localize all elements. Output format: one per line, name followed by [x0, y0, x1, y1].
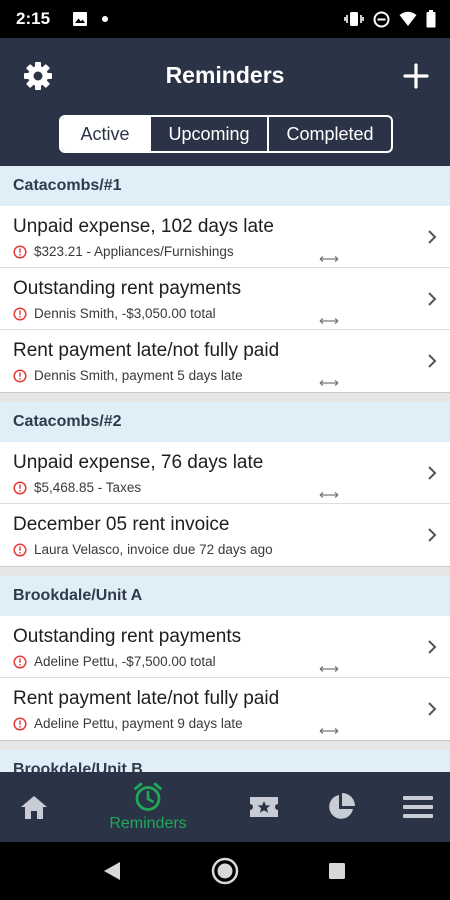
- tab-upcoming[interactable]: Upcoming: [149, 117, 267, 151]
- reminder-subtitle: Adeline Pettu, -$7,500.00 total: [34, 654, 216, 669]
- chevron-right-icon: [428, 702, 437, 716]
- alert-icon: [13, 368, 27, 383]
- chevron-right-icon: [428, 292, 437, 306]
- reminder-title: Unpaid expense, 102 days late: [13, 216, 274, 237]
- reminder-title: Rent payment late/not fully paid: [13, 340, 280, 361]
- section-header: Catacombs/#2: [0, 402, 450, 442]
- reminder-subtitle: Dennis Smith, payment 5 days late: [34, 368, 243, 383]
- nav-reminders[interactable]: Reminders: [98, 772, 198, 842]
- system-nav-bar: [0, 842, 450, 900]
- image-notification-icon: [73, 12, 87, 26]
- app-header: Reminders Active Upcoming Completed: [0, 38, 450, 166]
- reminder-title: Unpaid expense, 76 days late: [13, 452, 264, 473]
- home-icon: [21, 796, 47, 819]
- battery-icon: [426, 10, 436, 28]
- list-item[interactable]: Rent payment late/not fully paid Dennis …: [0, 330, 450, 392]
- alert-icon: [13, 244, 27, 259]
- swipe-arrows-icon: [319, 318, 339, 324]
- chevron-right-icon: [428, 354, 437, 368]
- reminder-subtitle: $5,468.85 - Taxes: [34, 480, 142, 495]
- list-item[interactable]: Unpaid expense, 76 days late $5,468.85 -…: [0, 442, 450, 504]
- pie-chart-icon: [329, 793, 355, 819]
- chevron-right-icon: [428, 230, 437, 244]
- swipe-arrows-icon: [319, 666, 339, 672]
- vibrate-icon: [344, 12, 364, 26]
- home-button-icon[interactable]: [211, 857, 239, 885]
- list-item[interactable]: Unpaid expense, 102 days late $323.21 - …: [0, 206, 450, 268]
- do-not-disturb-icon: [373, 11, 390, 27]
- alert-icon: [13, 654, 27, 669]
- alarm-clock-icon: [134, 782, 162, 811]
- group-divider: [0, 566, 450, 576]
- reminder-subtitle: Laura Velasco, invoice due 72 days ago: [34, 542, 273, 557]
- chevron-right-icon: [428, 466, 437, 480]
- back-icon[interactable]: [101, 860, 123, 882]
- swipe-arrows-icon: [319, 380, 339, 386]
- reminder-title: Rent payment late/not fully paid: [13, 688, 280, 709]
- chevron-right-icon: [428, 528, 437, 542]
- reminder-subtitle: Dennis Smith, -$3,050.00 total: [34, 306, 216, 321]
- group-divider: [0, 392, 450, 402]
- ticket-star-icon: [250, 797, 278, 817]
- reminder-title: Outstanding rent payments: [13, 278, 242, 299]
- group-divider: [0, 740, 450, 750]
- nav-reports[interactable]: [319, 772, 363, 842]
- section-header: Catacombs/#1: [0, 166, 450, 206]
- reminder-title: Outstanding rent payments: [13, 626, 242, 647]
- chevron-right-icon: [428, 640, 437, 654]
- menu-icon: [403, 796, 433, 818]
- list-item[interactable]: Outstanding rent payments Adeline Pettu,…: [0, 616, 450, 678]
- list-item[interactable]: Outstanding rent payments Dennis Smith, …: [0, 268, 450, 330]
- status-bar: 2:15: [0, 0, 450, 38]
- dot-icon: [102, 16, 108, 22]
- reminder-subtitle: Adeline Pettu, payment 9 days late: [34, 716, 243, 731]
- section-header: Brookdale/Unit B: [0, 750, 450, 772]
- recents-icon[interactable]: [328, 862, 346, 880]
- swipe-arrows-icon: [319, 256, 339, 262]
- bottom-nav: Reminders: [0, 772, 450, 842]
- list-item[interactable]: Rent payment late/not fully paid Adeline…: [0, 678, 450, 740]
- alert-icon: [13, 716, 27, 731]
- tab-active[interactable]: Active: [61, 117, 149, 151]
- alert-icon: [13, 542, 27, 557]
- swipe-arrows-icon: [319, 728, 339, 734]
- section-header: Brookdale/Unit A: [0, 576, 450, 616]
- alert-icon: [13, 480, 27, 495]
- reminder-filter-tabs: Active Upcoming Completed: [59, 115, 393, 153]
- nav-home[interactable]: [12, 772, 56, 842]
- list-item[interactable]: December 05 rent invoice Laura Velasco, …: [0, 504, 450, 566]
- wifi-icon: [399, 11, 417, 26]
- reminder-title: December 05 rent invoice: [13, 514, 230, 535]
- reminder-subtitle: $323.21 - Appliances/Furnishings: [34, 244, 234, 259]
- nav-tickets[interactable]: [242, 772, 286, 842]
- nav-reminders-label: Reminders: [109, 815, 187, 832]
- swipe-arrows-icon: [319, 492, 339, 498]
- tab-completed[interactable]: Completed: [267, 117, 391, 151]
- alert-icon: [13, 306, 27, 321]
- reminders-list[interactable]: Catacombs/#1 Unpaid expense, 102 days la…: [0, 166, 450, 772]
- status-time: 2:15: [16, 9, 51, 28]
- add-icon[interactable]: [400, 60, 432, 92]
- page-title: Reminders: [165, 62, 285, 88]
- nav-menu[interactable]: [396, 772, 440, 842]
